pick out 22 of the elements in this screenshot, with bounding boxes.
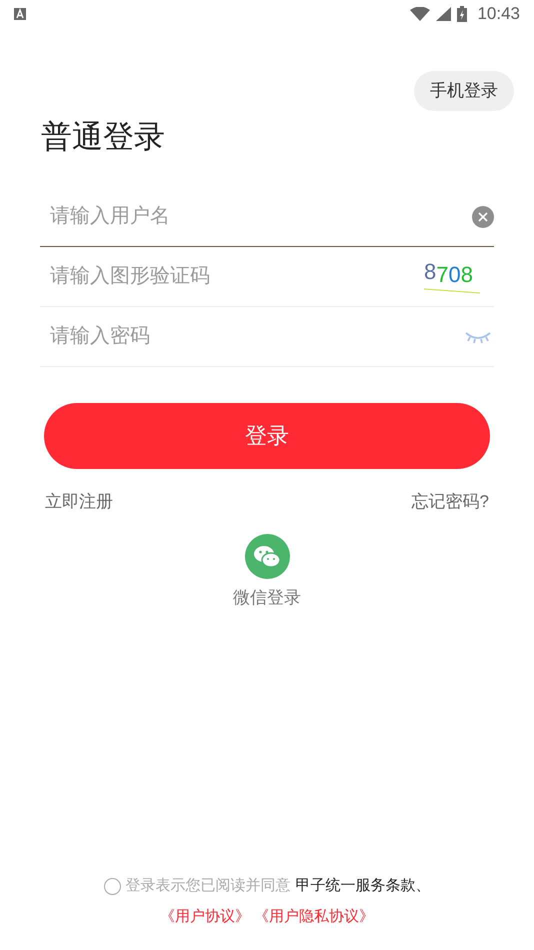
terms-link[interactable]: 甲子统一服务条款、 <box>296 875 430 898</box>
battery-icon <box>457 6 468 22</box>
page-title: 普通登录 <box>41 118 166 156</box>
input-field[interactable]: 请输入用户名 <box>40 186 494 246</box>
agreement-checkbox[interactable] <box>104 878 120 895</box>
forgot-password-link[interactable]: 忘记密码? <box>412 488 489 514</box>
close-icon <box>478 212 488 222</box>
agreement-link[interactable]: 《用户协议》 <box>160 906 250 928</box>
wechat-icon[interactable] <box>244 534 290 579</box>
wifi-icon <box>410 7 430 21</box>
status-time: 10:43 <box>477 3 520 26</box>
clear-button[interactable] <box>472 206 494 228</box>
login-button[interactable]: 登录 <box>44 402 490 468</box>
notification-icon <box>14 8 26 20</box>
phone-login-button[interactable]: 手机登录 <box>414 71 514 111</box>
signal-icon <box>436 7 452 21</box>
eye-closed-icon[interactable] <box>464 330 492 344</box>
register-link[interactable]: 立即注册 <box>45 488 113 514</box>
agreement-text: 登录表示您已阅读并同意 <box>126 876 290 896</box>
agreement-link[interactable]: 《用户隐私协议》 <box>254 906 374 928</box>
captcha-image[interactable]: 8708 <box>422 257 482 296</box>
wechat-login-label: 微信登录 <box>233 587 301 609</box>
